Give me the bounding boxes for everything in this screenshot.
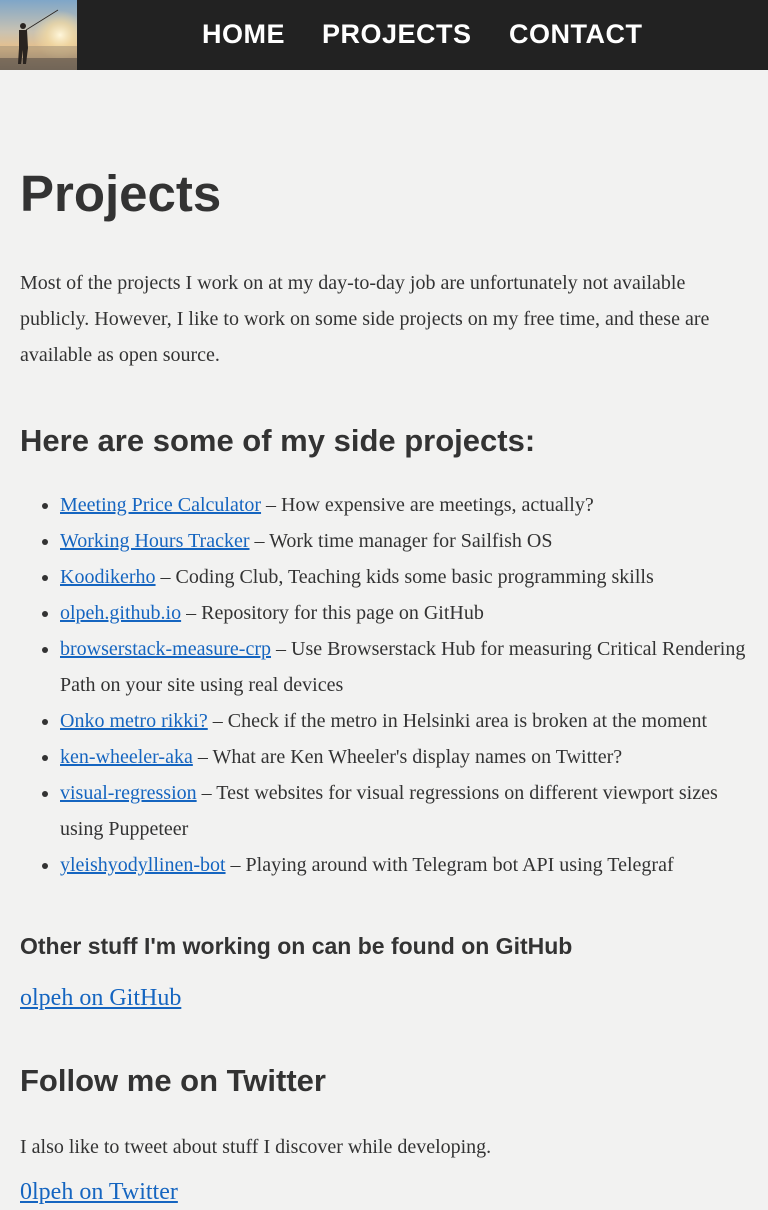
project-link[interactable]: visual-regression (60, 782, 197, 804)
list-item: Meeting Price Calculator – How expensive… (60, 487, 750, 523)
list-item: visual-regression – Test websites for vi… (60, 775, 750, 847)
list-item: olpeh.github.io – Repository for this pa… (60, 595, 750, 631)
project-link[interactable]: browserstack-measure-crp (60, 638, 271, 660)
twitter-paragraph: I also like to tweet about stuff I disco… (20, 1136, 492, 1158)
nav-home-link[interactable]: HOME (202, 16, 285, 52)
twitter-heading: Follow me on Twitter (20, 1063, 326, 1098)
project-link[interactable]: Onko metro rikki? (60, 710, 208, 732)
project-description: – Playing around with Telegram bot API u… (225, 854, 674, 876)
list-item: yleishyodyllinen-bot – Playing around wi… (60, 847, 750, 883)
intro-paragraph: Most of the projects I work on at my day… (20, 272, 710, 366)
project-link[interactable]: Meeting Price Calculator (60, 494, 261, 516)
fisherman-sunset-icon (0, 0, 77, 70)
side-projects-heading: Here are some of my side projects: (20, 423, 536, 458)
top-navigation-bar: HOME PROJECTS CONTACT (0, 0, 768, 70)
list-item: Working Hours Tracker – Work time manage… (60, 523, 750, 559)
project-link[interactable]: ken-wheeler-aka (60, 746, 193, 768)
list-item: Onko metro rikki? – Check if the metro i… (60, 703, 750, 739)
project-description: – Coding Club, Teaching kids some basic … (155, 566, 654, 588)
project-description: – What are Ken Wheeler's display names o… (192, 746, 623, 768)
twitter-profile-link[interactable]: 0lpeh on Twitter (20, 1174, 178, 1210)
project-link[interactable]: Working Hours Tracker (60, 530, 249, 552)
project-description: – Work time manager for Sailfish OS (249, 530, 553, 552)
project-link[interactable]: Koodikerho (60, 566, 156, 588)
project-description: – Repository for this page on GitHub (181, 602, 484, 624)
project-list: Meeting Price Calculator – How expensive… (20, 487, 750, 883)
project-link[interactable]: yleishyodyllinen-bot (60, 854, 226, 876)
github-profile-link[interactable]: olpeh on GitHub (20, 980, 181, 1016)
main-nav: HOME PROJECTS CONTACT (0, 0, 768, 70)
list-item: ken-wheeler-aka – What are Ken Wheeler's… (60, 739, 750, 775)
project-link[interactable]: olpeh.github.io (60, 602, 181, 624)
project-description: – How expensive are meetings, actually? (261, 494, 594, 516)
github-heading: Other stuff I'm working on can be found … (20, 933, 573, 959)
page-title: Projects (20, 165, 222, 222)
list-item: Koodikerho – Coding Club, Teaching kids … (60, 559, 750, 595)
logo-link[interactable] (0, 0, 77, 70)
nav-projects-link[interactable]: PROJECTS (322, 16, 472, 52)
project-description: – Check if the metro in Helsinki area is… (207, 710, 708, 732)
list-item: browserstack-measure-crp – Use Browserst… (60, 631, 750, 703)
nav-contact-link[interactable]: CONTACT (509, 16, 642, 52)
